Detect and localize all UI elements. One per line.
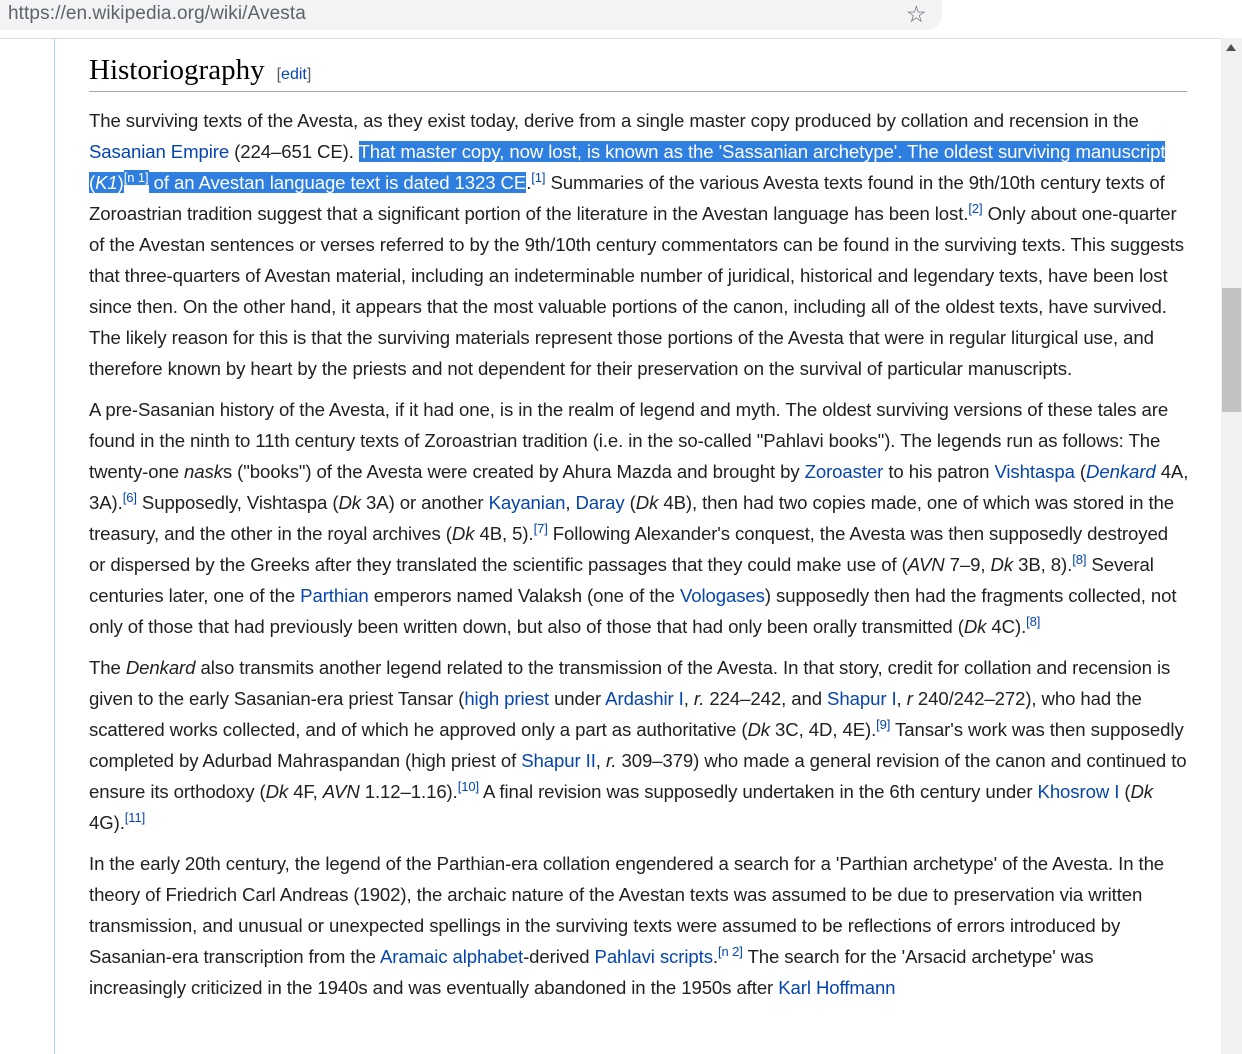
text-run: 4B, 5).	[474, 523, 534, 544]
text-run: ,	[565, 492, 576, 513]
wiki-link[interactable]: Vologases	[680, 585, 765, 606]
wiki-link[interactable]: Sasanian Empire	[89, 141, 229, 162]
scrollbar-thumb[interactable]	[1222, 288, 1241, 412]
text-run: (	[624, 492, 636, 513]
address-bar[interactable]: https://en.wikipedia.org/wiki/Avesta ☆	[0, 0, 942, 30]
text-run: 3C, 4D, 4E).	[769, 719, 877, 740]
wiki-link[interactable]: Parthian	[300, 585, 369, 606]
wiki-link[interactable]: high priest	[464, 688, 549, 709]
text-run: 224–242, and	[704, 688, 828, 709]
text-run: ,	[595, 750, 606, 771]
paragraph-4: In the early 20th century, the legend of…	[89, 848, 1189, 1003]
text-run: (224–651 CE).	[229, 141, 359, 162]
wiki-link[interactable]: Zoroaster	[805, 461, 884, 482]
text-run: Dk	[635, 492, 659, 513]
text-run: r.	[605, 750, 617, 771]
citation-link[interactable]: [7]	[534, 521, 548, 536]
paragraph-2: A pre-Sasanian history of the Avesta, if…	[89, 394, 1189, 642]
wiki-link[interactable]: Kayanian	[489, 492, 566, 513]
text-run: Dk	[990, 554, 1014, 575]
text-run: s ("books") of the Avesta were created b…	[222, 461, 805, 482]
wiki-link[interactable]: Pahlavi scripts	[595, 946, 713, 967]
text-run: nask	[184, 461, 223, 482]
text-run: Dk	[265, 781, 289, 802]
edit-link[interactable]: edit	[281, 66, 307, 83]
wiki-link[interactable]: Shapur I	[827, 688, 897, 709]
text-run: Denkard	[125, 657, 196, 678]
wiki-link[interactable]: Vishtaspa	[994, 461, 1075, 482]
browser-toolbar: https://en.wikipedia.org/wiki/Avesta ☆	[0, 0, 1242, 39]
text-run: -derived	[523, 946, 595, 967]
text-run: 4F,	[288, 781, 323, 802]
text-run: 1.12–1.16).	[359, 781, 458, 802]
text-run: emperors named Valaksh (one of the	[368, 585, 680, 606]
citation-link[interactable]: [n 1]	[123, 169, 149, 185]
text-run: Dk	[747, 719, 770, 740]
citation-link[interactable]: [6]	[123, 490, 137, 505]
wiki-link[interactable]: Khosrow I	[1038, 781, 1120, 802]
content-border	[54, 38, 55, 1054]
section-heading: Historiography [edit]	[89, 52, 1187, 92]
citation-link[interactable]: [2]	[968, 201, 982, 216]
text-run: Dk	[338, 492, 361, 513]
paragraph-1: The surviving texts of the Avesta, as th…	[89, 105, 1189, 384]
text-run: 3A) or another	[360, 492, 489, 513]
wiki-link[interactable]: Aramaic alphabet	[380, 946, 523, 967]
wiki-link[interactable]: Karl Hoffmann	[778, 977, 895, 998]
text-run: to his patron	[883, 461, 995, 482]
star-icon[interactable]: ☆	[906, 1, 927, 28]
wiki-link[interactable]: Denkard	[1086, 461, 1156, 482]
citation-link[interactable]: [11]	[125, 810, 145, 825]
text-run: 4C).	[986, 616, 1027, 637]
text-run: A final revision was supposedly undertak…	[479, 781, 1038, 802]
citation-link[interactable]: [8]	[1026, 614, 1040, 629]
citation-link[interactable]: [10]	[458, 779, 479, 794]
text-run: ,	[896, 688, 907, 709]
text-run: ,	[683, 688, 694, 709]
wiki-link[interactable]: Shapur II	[521, 750, 596, 771]
selected-text: )	[117, 172, 124, 193]
url-text[interactable]: https://en.wikipedia.org/wiki/Avesta	[8, 3, 306, 25]
text-run: 3B, 8).	[1013, 554, 1073, 575]
text-run: (	[1119, 781, 1131, 802]
text-run: AVN	[322, 781, 360, 802]
text-run: Dk	[451, 523, 475, 544]
text-run: AVN	[907, 554, 945, 575]
text-run: Dk	[1130, 781, 1153, 802]
citation-link[interactable]: [1]	[531, 170, 545, 185]
scroll-up-arrow-icon[interactable]	[1226, 44, 1236, 51]
wiki-link[interactable]: Daray	[575, 492, 624, 513]
citation-link[interactable]: [n 2]	[718, 944, 743, 959]
article-content: Historiography [edit] The surviving texts…	[89, 52, 1189, 1003]
edit-section: [edit]	[277, 66, 312, 83]
text-run: Only about one-quarter of the Avestan se…	[89, 203, 1184, 379]
scrollbar-track[interactable]	[1221, 38, 1242, 1054]
text-run: The surviving texts of the Avesta, as th…	[89, 110, 1139, 131]
text-run: 7–9,	[944, 554, 991, 575]
edit-bracket-close: ]	[306, 66, 312, 83]
section-title: Historiography	[89, 54, 265, 86]
citation-link[interactable]: [8]	[1072, 552, 1086, 567]
text-run: 4G).	[89, 812, 125, 833]
text-run: The	[89, 657, 126, 678]
text-run: r.	[693, 688, 705, 709]
selected-text: K1	[95, 172, 118, 193]
text-run: Dk	[963, 616, 987, 637]
paragraph-3: The Denkard also transmits another legen…	[89, 652, 1189, 838]
wiki-link[interactable]: Ardashir I	[605, 688, 684, 709]
selected-text: of an Avestan language text is dated 132…	[148, 172, 527, 193]
text-run: Supposedly, Vishtaspa (	[136, 492, 339, 513]
text-run: under	[549, 688, 606, 709]
citation-link[interactable]: [9]	[876, 717, 890, 732]
text-run: (	[1074, 461, 1087, 482]
